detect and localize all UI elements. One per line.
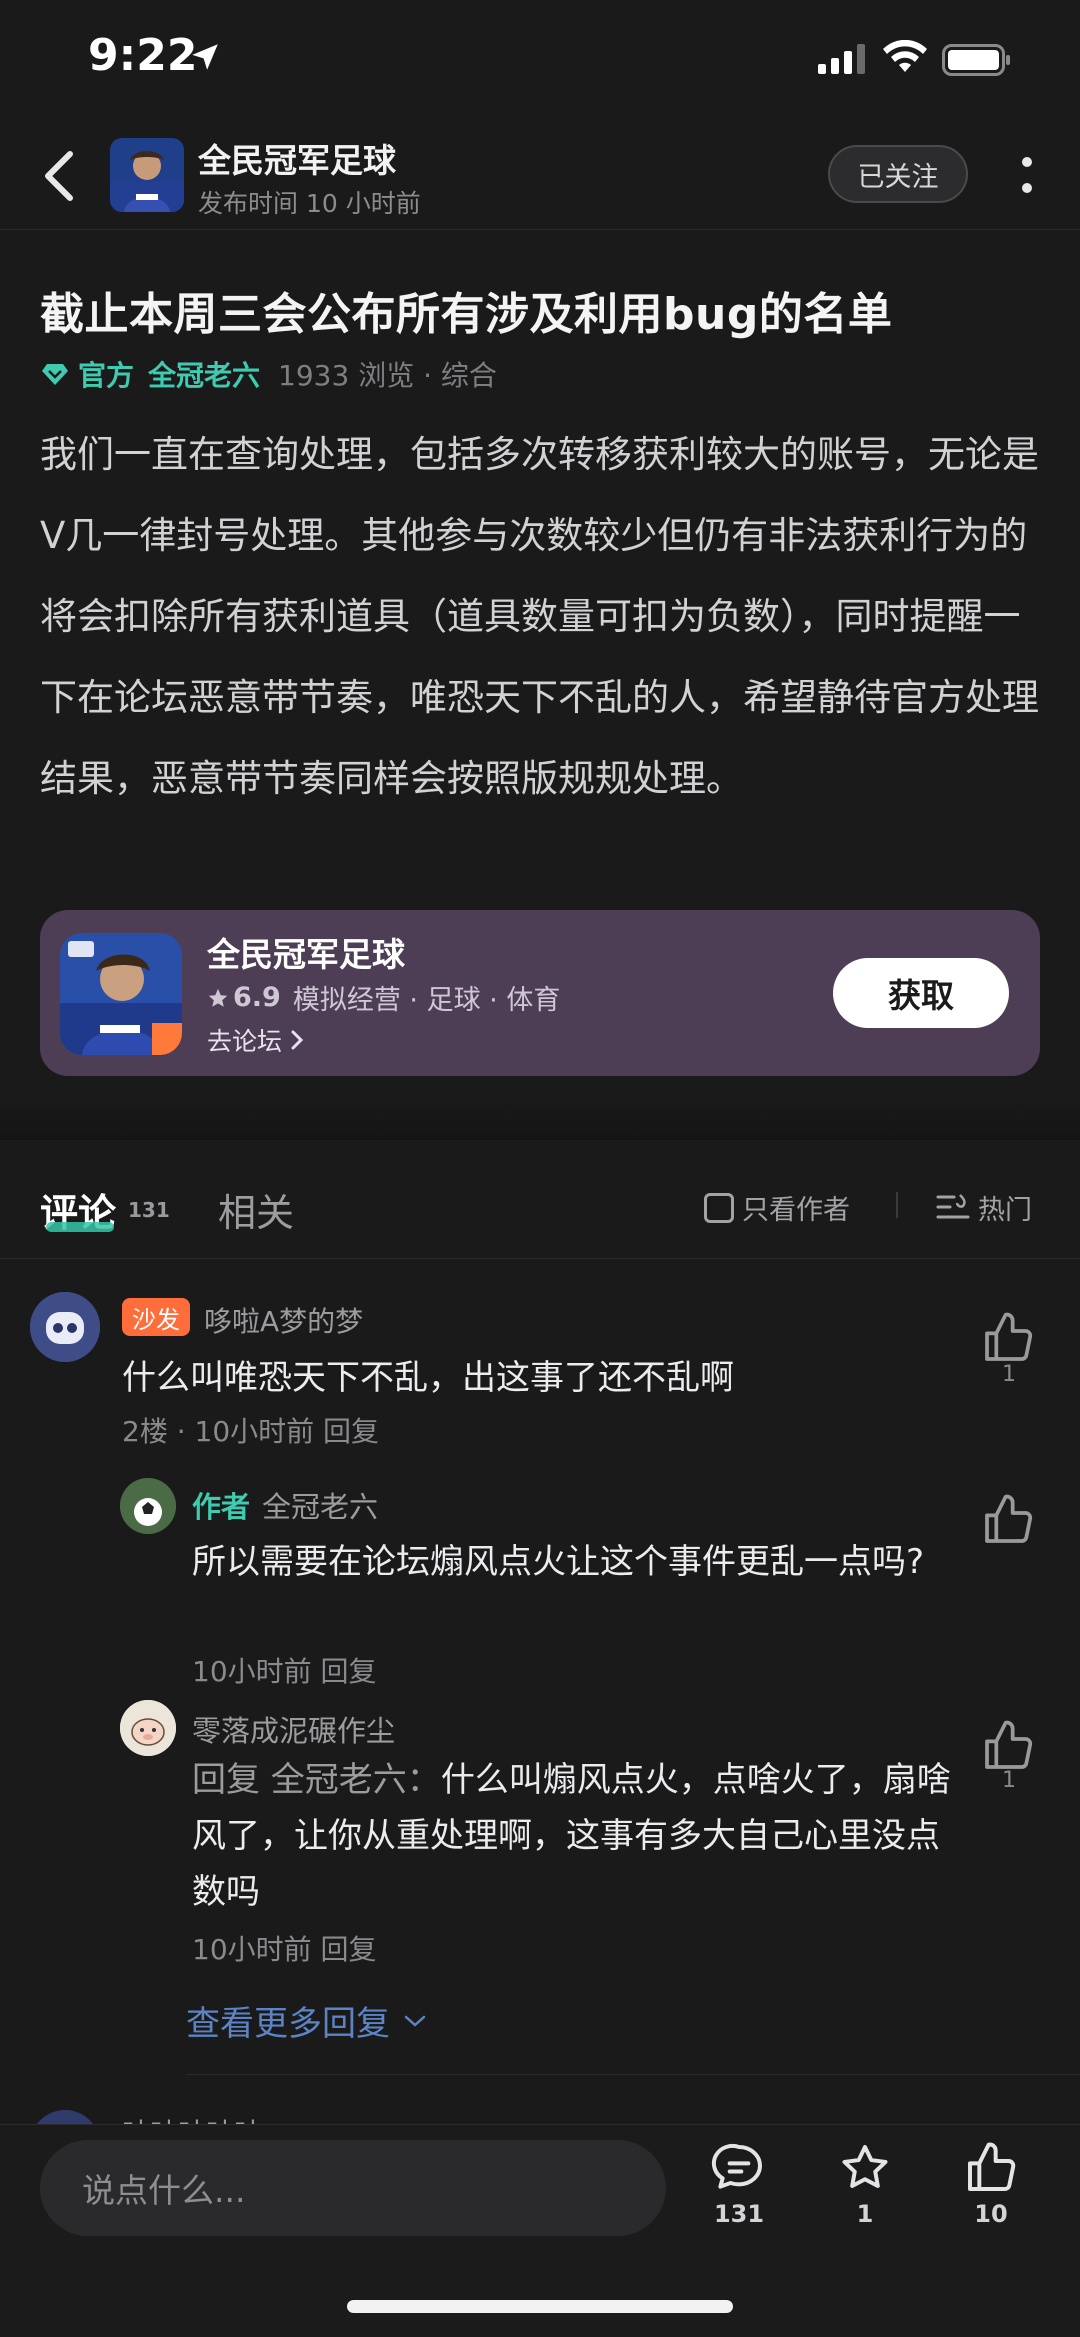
reply-like-count: 1	[1002, 1768, 1016, 1793]
post-views: 1933 浏览 · 综合	[278, 359, 497, 392]
view-more-replies-link[interactable]: 查看更多回复	[186, 1996, 430, 2045]
game-name: 全民冠军足球	[207, 935, 405, 974]
comment-text: 什么叫唯恐天下不乱，出这事了还不乱啊	[122, 1358, 734, 1398]
thumbs-up-icon[interactable]	[980, 1310, 1036, 1366]
star-outline-icon	[842, 2145, 888, 2188]
like-action[interactable]: 10	[946, 2140, 1036, 2228]
game-avatar[interactable]	[110, 138, 184, 212]
header-title: 全民冠军足球	[198, 141, 396, 180]
more-options-icon[interactable]	[1012, 150, 1042, 200]
comment-action[interactable]: 131	[694, 2140, 784, 2228]
chevron-right-icon	[291, 1030, 304, 1050]
star-icon	[208, 988, 228, 1007]
home-indicator[interactable]	[347, 2300, 733, 2313]
tab-related[interactable]: 相关	[218, 1182, 294, 1237]
back-icon[interactable]	[40, 148, 80, 204]
sort-hot-button[interactable]: 热门	[936, 1188, 1032, 1227]
cellular-signal-icon	[818, 44, 865, 74]
thumbs-up-icon[interactable]	[980, 1718, 1036, 1774]
post-author[interactable]: 全冠老六	[148, 354, 260, 394]
author-only-toggle[interactable]: 只看作者	[704, 1188, 850, 1227]
comment-bubble-icon	[711, 2143, 762, 2189]
header-post-time: 发布时间 10 小时前	[198, 189, 421, 218]
avatar[interactable]	[30, 1292, 100, 1362]
get-game-button[interactable]: 获取	[833, 958, 1009, 1028]
comment-input[interactable]: 说点什么...	[40, 2140, 666, 2236]
view-more-replies-label: 查看更多回复	[186, 2004, 390, 2044]
wifi-icon	[883, 40, 927, 72]
reply-to-prefix[interactable]: 回复 全冠老六：	[192, 1760, 441, 1800]
reply-meta[interactable]: 10小时前 回复	[192, 1650, 377, 1690]
reply-username[interactable]: 零落成泥碾作尘	[192, 1708, 395, 1750]
reply-text: 所以需要在论坛煽风点火让这个事件更乱一点吗?	[192, 1542, 925, 1582]
status-time: 9:22	[88, 30, 198, 81]
comments-count: 131	[128, 1198, 170, 1222]
reply-meta[interactable]: 10小时前 回复	[192, 1928, 377, 1968]
battery-icon	[942, 44, 1010, 76]
post-title: 截止本周三会公布所有涉及利用bug的名单	[40, 289, 893, 340]
sort-label: 热门	[978, 1195, 1032, 1226]
official-label: 官方	[78, 359, 135, 392]
game-rating: 6.9	[233, 982, 281, 1013]
like-count: 10	[974, 2200, 1008, 2228]
comment-count: 131	[713, 2200, 765, 2228]
section-divider	[0, 1100, 1080, 1140]
go-to-forum-link[interactable]: 去论坛	[207, 1022, 308, 1058]
tabs-border	[0, 1258, 1080, 1259]
reply-username[interactable]: 全冠老六	[262, 1484, 378, 1526]
avatar[interactable]	[120, 1478, 176, 1534]
forum-link-label: 去论坛	[207, 1027, 283, 1056]
comment-meta[interactable]: 2楼 · 10小时前 回复	[122, 1410, 379, 1450]
sort-icon	[936, 1193, 970, 1218]
avatar[interactable]	[120, 1700, 176, 1756]
reply-text: 回复 全冠老六：什么叫煽风点火，点啥火了，扇啥风了，让你从重处理啊，这事有多大自…	[192, 1752, 962, 1920]
thumbs-up-icon[interactable]	[980, 1492, 1036, 1548]
thumbs-up-icon	[968, 2142, 1016, 2191]
comment-like-count: 1	[1002, 1362, 1016, 1387]
comment-username[interactable]: 哆啦A梦的梦	[204, 1300, 363, 1340]
game-icon[interactable]	[60, 933, 182, 1055]
post-meta: 官方 全冠老六 1933 浏览 · 综合	[40, 356, 497, 392]
author-tag: 作者	[192, 1490, 251, 1524]
sofa-badge: 沙发	[122, 1298, 190, 1336]
location-arrow-icon	[192, 44, 218, 70]
follow-button[interactable]: 已关注	[828, 145, 968, 203]
game-tags: 模拟经营 · 足球 · 体育	[292, 985, 561, 1016]
post-body: 我们一直在查询处理，包括多次转移获利较大的账号，无论是V几一律封号处理。其他参与…	[40, 433, 1039, 800]
author-only-label: 只看作者	[742, 1195, 850, 1226]
tab-separator	[896, 1192, 898, 1218]
favorite-action[interactable]: 1	[820, 2140, 910, 2228]
comment-divider	[186, 2074, 1080, 2075]
active-tab-indicator	[46, 1222, 114, 1232]
diamond-badge-icon	[42, 364, 68, 385]
chevron-down-icon	[404, 2015, 426, 2027]
checkbox-icon	[704, 1192, 734, 1223]
game-rating-row: 6.9 模拟经营 · 足球 · 体育	[207, 978, 560, 1017]
favorite-count: 1	[856, 2200, 874, 2228]
